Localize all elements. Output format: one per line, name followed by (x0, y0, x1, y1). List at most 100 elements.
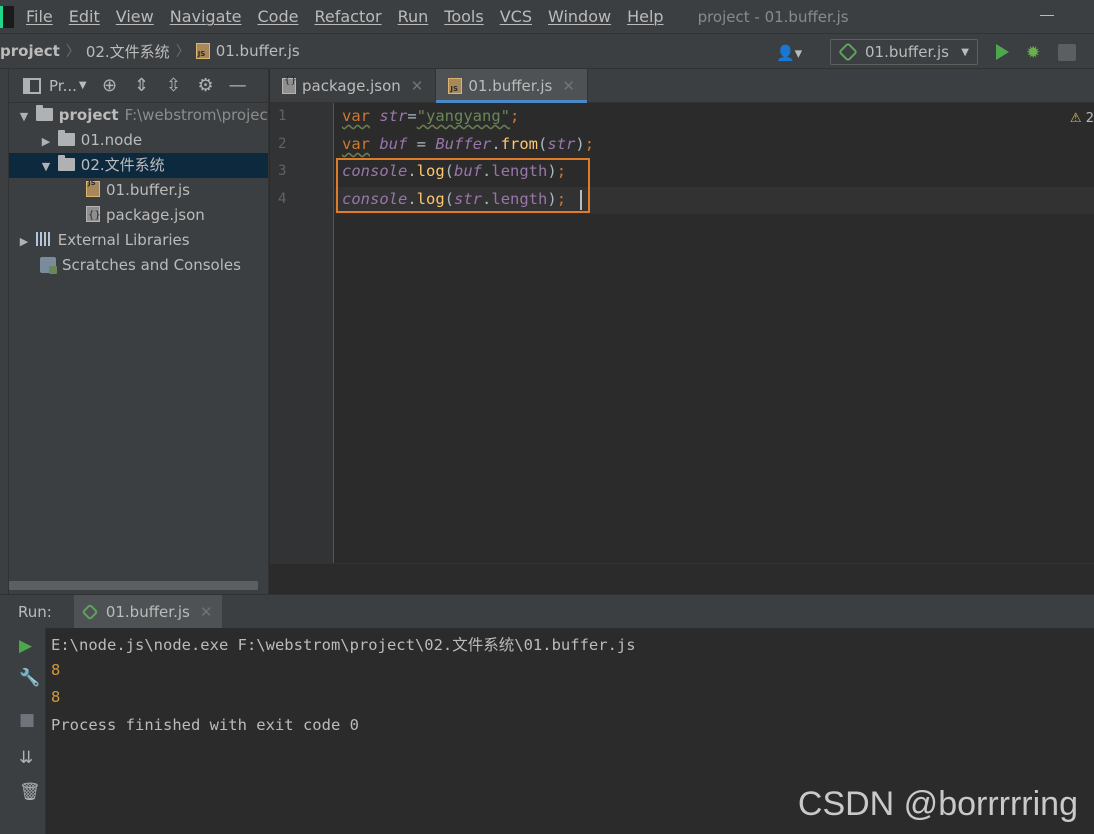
chevron-down-icon[interactable]: ▼ (39, 154, 53, 179)
tree-item-package-json[interactable]: package.json (9, 203, 268, 228)
string-literal: "yangyang" (416, 107, 511, 125)
variable: str (379, 107, 408, 125)
tree-item-label: Scratches and Consoles (62, 256, 241, 274)
horizontal-scrollbar[interactable] (9, 581, 258, 590)
argument: str (547, 135, 576, 153)
breadcrumb-folder[interactable]: 02.文件系统 (86, 41, 170, 62)
menu-view[interactable]: View (108, 0, 162, 33)
tree-item-path: F:\webstrom\projec (124, 106, 268, 124)
tab-buffer-js[interactable]: 01.buffer.js ✕ (436, 69, 588, 103)
tree-item-02-folder[interactable]: ▼ 02.文件系统 (9, 153, 268, 178)
tree-item-project[interactable]: ▼ project F:\webstrom\projec (9, 103, 268, 128)
menu-navigate[interactable]: Navigate (162, 0, 250, 33)
menu-run[interactable]: Run (390, 0, 437, 33)
menu-tools[interactable]: Tools (436, 0, 491, 33)
app-logo-icon (0, 5, 14, 28)
menu-bar: File Edit View Navigate Code Refactor Ru… (0, 0, 1094, 33)
js-file-icon (86, 171, 100, 197)
line-number: 3 (278, 163, 287, 179)
close-icon[interactable]: ✕ (200, 603, 213, 621)
breadcrumb-separator: 〉 (175, 44, 190, 60)
user-icon[interactable]: 👤▾ (776, 44, 802, 62)
tree-item-buffer-js[interactable]: 01.buffer.js (9, 171, 268, 203)
warning-indicator[interactable]: ⚠ 2 (1070, 111, 1094, 126)
tab-label: package.json (302, 76, 401, 95)
code-editor[interactable]: 1 2 3 4 var str="yangyang"; var buf = Bu… (270, 103, 1094, 563)
tree-item-label: 01.buffer.js (106, 181, 190, 199)
run-configuration-select[interactable]: 01.buffer.js ▼ (830, 39, 978, 65)
run-console[interactable]: E:\node.js\node.exe F:\webstrom\project\… (46, 628, 1094, 834)
project-view-select[interactable]: Pr... (49, 77, 77, 95)
tab-package-json[interactable]: package.json ✕ (270, 69, 437, 102)
watermark: CSDN @borrrrring (797, 785, 1078, 823)
chevron-right-icon[interactable]: ▶ (17, 229, 31, 254)
tree-item-label: package.json (106, 206, 205, 224)
tree-item-01-node[interactable]: ▶ 01.node (9, 128, 268, 153)
run-tab-label: 01.buffer.js (105, 602, 190, 621)
paren: ) (575, 135, 585, 153)
run-icon[interactable] (996, 44, 1009, 60)
run-panel-label: Run: (18, 602, 52, 621)
folder-icon (57, 155, 75, 171)
scroll-to-end-icon[interactable]: ⇊ (19, 748, 33, 768)
warning-icon: ⚠ (1069, 111, 1082, 126)
stop-icon[interactable]: ■ (19, 710, 35, 730)
run-tab[interactable]: 01.buffer.js ✕ (73, 594, 223, 629)
text-caret (580, 190, 582, 210)
close-icon[interactable]: ✕ (411, 77, 424, 95)
chevron-down-icon[interactable]: ▼ (79, 80, 87, 91)
expand-all-icon[interactable]: ⇕ (133, 75, 151, 96)
tree-item-scratches[interactable]: Scratches and Consoles (9, 253, 268, 278)
breadcrumb-separator: 〉 (65, 44, 80, 60)
method-name: from (500, 135, 539, 153)
locate-icon[interactable]: ⊕ (101, 75, 119, 96)
close-icon[interactable]: ✕ (562, 77, 575, 95)
paren: ( (538, 135, 548, 153)
menu-edit[interactable]: Edit (61, 0, 108, 33)
coverage-icon[interactable] (1058, 44, 1076, 61)
menu-code[interactable]: Code (250, 0, 307, 33)
breadcrumb-file[interactable]: 01.buffer.js (216, 42, 300, 60)
folder-icon (35, 105, 53, 121)
json-file-icon (86, 203, 101, 228)
breadcrumb-project[interactable]: project (0, 42, 60, 60)
semicolon: ; (510, 107, 520, 125)
window-title: project - 01.buffer.js (697, 7, 849, 26)
line-number: 2 (278, 136, 287, 152)
minimize-icon[interactable] (1040, 8, 1054, 22)
wrench-icon[interactable]: 🔧 (19, 668, 40, 688)
tree-item-label: External Libraries (57, 231, 190, 249)
operator: = (407, 135, 436, 153)
js-file-icon (448, 77, 463, 94)
js-file-icon (195, 43, 210, 59)
code-line-2: var buf = Buffer.from(str); (342, 135, 594, 153)
json-file-icon (282, 75, 297, 94)
operator: = (407, 107, 417, 125)
console-output-line: 8 (51, 661, 61, 679)
warning-count: 2 (1085, 111, 1094, 126)
left-tool-stripe[interactable] (0, 69, 9, 594)
project-panel: Pr... ▼ ⊕ ⇕ ⇳ ⚙ — ▼ project F:\webstrom\p… (9, 69, 269, 594)
class-name: Buffer (435, 135, 492, 153)
line-number: 1 (278, 108, 287, 124)
project-panel-icon (23, 77, 41, 94)
rerun-icon[interactable]: ▶ (19, 636, 32, 656)
menu-file[interactable]: File (14, 0, 61, 33)
collapse-all-icon[interactable]: ⇳ (165, 75, 183, 96)
scratch-icon (40, 257, 57, 274)
chevron-down-icon[interactable]: ▼ (17, 104, 31, 129)
editor-tabs: package.json ✕ 01.buffer.js ✕ (270, 69, 1094, 103)
chevron-right-icon[interactable]: ▶ (39, 129, 53, 154)
line-number-gutter: 1 2 3 4 (270, 103, 334, 563)
menu-refactor[interactable]: Refactor (306, 0, 389, 33)
left-tool-stripe-bottom[interactable] (0, 628, 9, 834)
menu-help[interactable]: Help (619, 0, 671, 33)
debug-icon[interactable]: ✹ (1026, 43, 1040, 63)
gear-icon[interactable]: ⚙ (197, 75, 215, 96)
menu-window[interactable]: Window (540, 0, 619, 33)
minimize-icon[interactable]: — (229, 75, 247, 96)
menu-vcs[interactable]: VCS (492, 0, 540, 33)
console-exit-line: Process finished with exit code 0 (51, 716, 359, 734)
trash-icon[interactable]: 🗑 (19, 782, 41, 802)
tree-item-external-libraries[interactable]: ▶ External Libraries (9, 228, 268, 253)
